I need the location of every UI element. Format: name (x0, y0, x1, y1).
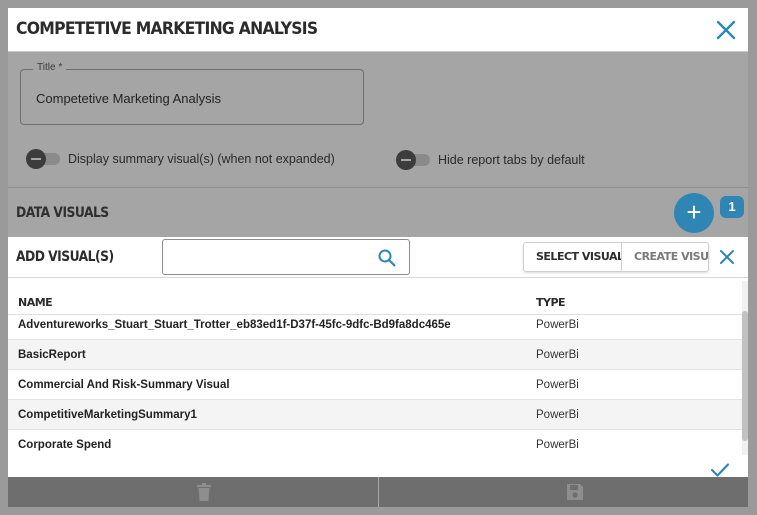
dialog-title: COMPETETIVE MARKETING ANALYSIS (16, 19, 318, 39)
tab-select-visuals[interactable]: SELECT VISUAL(S) (524, 243, 622, 271)
summary-visual-toggle-label: Display summary visual(s) (when not expa… (68, 152, 335, 166)
table-row[interactable]: CompetitiveMarketingSummary1 PowerBi (8, 400, 742, 430)
visual-type-cell: PowerBi (536, 379, 579, 391)
dialog-header: COMPETETIVE MARKETING ANALYSIS (8, 8, 748, 52)
edit-tab-dialog: COMPETETIVE MARKETING ANALYSIS Title * C… (8, 8, 748, 507)
hide-tabs-toggle-label: Hide report tabs by default (438, 153, 585, 167)
visuals-table-header: NAME TYPE (8, 281, 742, 315)
visual-type-cell: PowerBi (536, 409, 579, 421)
tab-create-visual[interactable]: CREATE VISUAL (622, 243, 708, 271)
required-mark: * (58, 62, 63, 73)
table-row[interactable]: BasicReport PowerBi (8, 340, 742, 370)
visual-search-input[interactable] (162, 239, 410, 275)
title-field[interactable]: Title * Competetive Marketing Analysis (20, 62, 364, 125)
data-visuals-heading: DATA VISUALS (16, 205, 109, 221)
add-visuals-title: ADD VISUAL(S) (16, 249, 114, 265)
visuals-table: Adventureworks_Stuart_Stuart_Trotter_eb8… (8, 281, 742, 455)
toggle-knob (26, 149, 46, 169)
title-field-label: Title * (33, 62, 67, 73)
close-icon[interactable] (718, 248, 736, 266)
title-label-text: Title (37, 62, 56, 73)
visual-name-cell: CompetitiveMarketingSummary1 (18, 409, 197, 421)
table-scrollbar[interactable] (742, 281, 748, 455)
column-header-type[interactable]: TYPE (536, 296, 566, 309)
footer-divider (378, 477, 379, 507)
add-visual-button[interactable]: + (674, 193, 714, 233)
visual-name-cell: Corporate Spend (18, 439, 112, 451)
scrollbar-thumb[interactable] (742, 311, 748, 441)
floppy-disk-icon[interactable] (566, 483, 584, 501)
hide-tabs-toggle[interactable] (396, 150, 432, 170)
hide-tabs-toggle-row: Hide report tabs by default (396, 150, 585, 170)
add-visuals-header: ADD VISUAL(S) SELECT VISUAL(S) CREATE VI… (8, 237, 748, 278)
close-icon[interactable] (714, 18, 738, 42)
summary-visual-toggle[interactable] (26, 149, 62, 169)
visual-count-badge: 1 (720, 196, 744, 218)
add-visuals-panel: ADD VISUAL(S) SELECT VISUAL(S) CREATE VI… (8, 237, 748, 477)
column-header-name[interactable]: NAME (18, 296, 53, 309)
visuals-table-body: Adventureworks_Stuart_Stuart_Trotter_eb8… (8, 310, 742, 455)
summary-visual-toggle-row: Display summary visual(s) (when not expa… (26, 149, 335, 169)
search-icon[interactable] (377, 248, 397, 268)
visual-type-cell: PowerBi (536, 319, 579, 331)
section-divider (8, 187, 748, 188)
title-field-value[interactable]: Competetive Marketing Analysis (36, 91, 221, 106)
dialog-footer (8, 477, 748, 507)
toggle-knob (396, 150, 416, 170)
visual-name-cell: BasicReport (18, 349, 86, 361)
visual-mode-tabs: SELECT VISUAL(S) CREATE VISUAL (523, 242, 709, 272)
visual-name-cell: Commercial And Risk-Summary Visual (18, 379, 230, 391)
visual-name-cell: Adventureworks_Stuart_Stuart_Trotter_eb8… (18, 319, 451, 331)
table-row[interactable]: Corporate Spend PowerBi (8, 430, 742, 455)
checkmark-icon[interactable] (710, 462, 730, 478)
visual-type-cell: PowerBi (536, 349, 579, 361)
table-row[interactable]: Commercial And Risk-Summary Visual PowerB… (8, 370, 742, 400)
visual-type-cell: PowerBi (536, 439, 579, 451)
trash-icon[interactable] (196, 483, 212, 501)
